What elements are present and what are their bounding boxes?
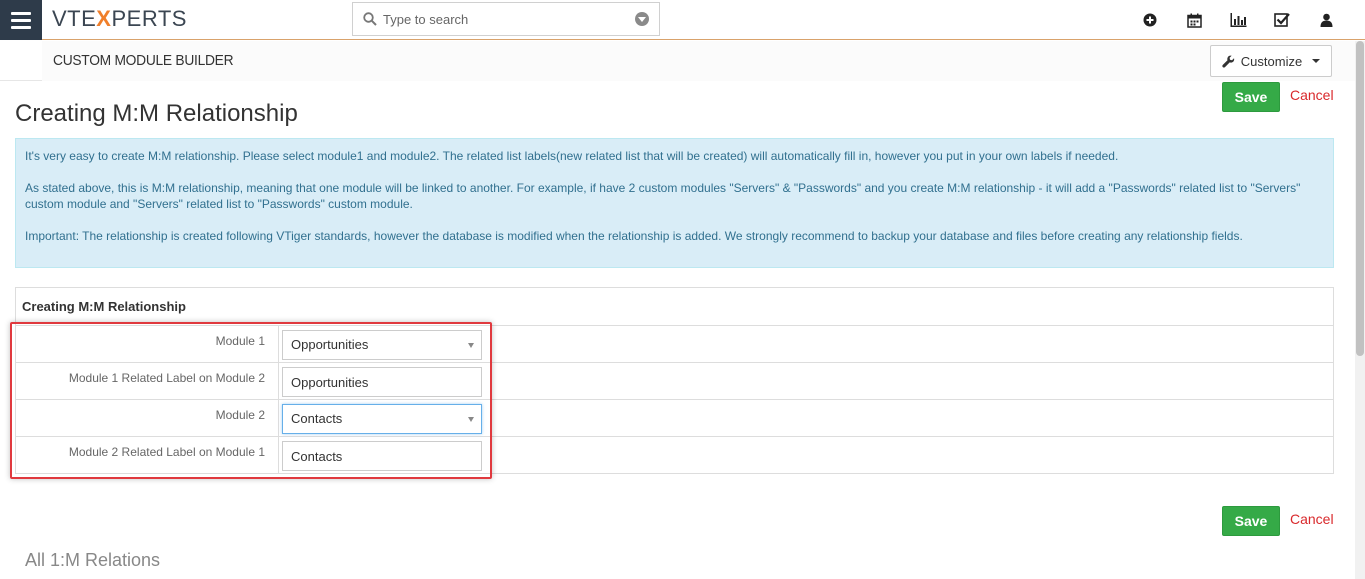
user-icon[interactable] [1315,10,1337,30]
chevron-down-icon [468,343,474,348]
relationship-form: Creating M:M Relationship Module 1 Oppor… [15,287,1334,474]
scrollbar-thumb[interactable] [1356,41,1364,356]
module-1-label: Module 1 [16,326,279,362]
module-1-related-label-label: Module 1 Related Label on Module 2 [16,363,279,399]
form-row-module-2: Module 2 Contacts [16,400,1333,437]
add-icon[interactable] [1139,10,1161,30]
module-header-bar: CUSTOM MODULE BUILDER Customize [0,41,1355,81]
customize-label: Customize [1240,53,1303,69]
section-title-1m-relations: All 1:M Relations [25,550,161,570]
brand-text-1: VTE [52,6,97,31]
cancel-link-bottom[interactable]: Cancel [1290,511,1334,527]
module-1-related-label-input[interactable] [282,367,482,397]
cancel-link-top[interactable]: Cancel [1290,87,1334,103]
wrench-icon [1222,55,1234,68]
form-row-module-1: Module 1 Opportunities [16,326,1333,363]
module-1-selected-value: Opportunities [291,337,369,352]
form-row-module-1-label: Module 1 Related Label on Module 2 [16,363,1333,400]
module-2-selected-value: Contacts [291,411,343,426]
module-2-label: Module 2 [16,400,279,436]
chevron-down-icon [1312,59,1321,63]
module-1-select[interactable]: Opportunities [282,330,482,360]
reports-icon[interactable] [1227,10,1249,30]
brand-text-x: X [96,6,112,31]
top-icons [1139,10,1337,30]
page-scrollbar[interactable] [1355,41,1365,579]
module-2-related-label-label: Module 2 Related Label on Module 1 [16,437,279,473]
info-paragraph-3: Important: The relationship is created f… [25,229,1243,243]
form-heading: Creating M:M Relationship [16,288,1333,326]
info-alert: It's very easy to create M:M relationshi… [15,138,1334,268]
brand-logo[interactable]: VTEXPERTS [52,6,187,32]
form-row-module-2-label: Module 2 Related Label on Module 1 [16,437,1333,474]
hamburger-menu-icon[interactable] [0,0,42,40]
info-paragraph-2: As stated above, this is M:M relationshi… [25,181,1301,211]
search-options-dropdown-icon[interactable] [635,12,649,26]
global-search [352,2,660,36]
info-paragraph-1: It's very easy to create M:M relationshi… [25,149,1119,163]
search-icon [363,12,377,26]
module-2-select[interactable]: Contacts [282,404,482,434]
module-2-related-label-input[interactable] [282,441,482,471]
search-input[interactable] [383,3,623,35]
save-button-bottom[interactable]: Save [1222,506,1280,536]
customize-button[interactable]: Customize [1210,45,1332,77]
calendar-icon[interactable] [1183,10,1205,30]
module-title[interactable]: CUSTOM MODULE BUILDER [53,52,234,69]
top-bar: VTEXPERTS [0,0,1365,40]
chevron-down-icon [468,417,474,422]
brand-text-2: PERTS [111,6,187,31]
side-strip [0,41,42,81]
save-button-top[interactable]: Save [1222,82,1280,112]
page-title: Creating M:M Relationship [15,100,298,127]
tasks-icon[interactable] [1271,10,1293,30]
